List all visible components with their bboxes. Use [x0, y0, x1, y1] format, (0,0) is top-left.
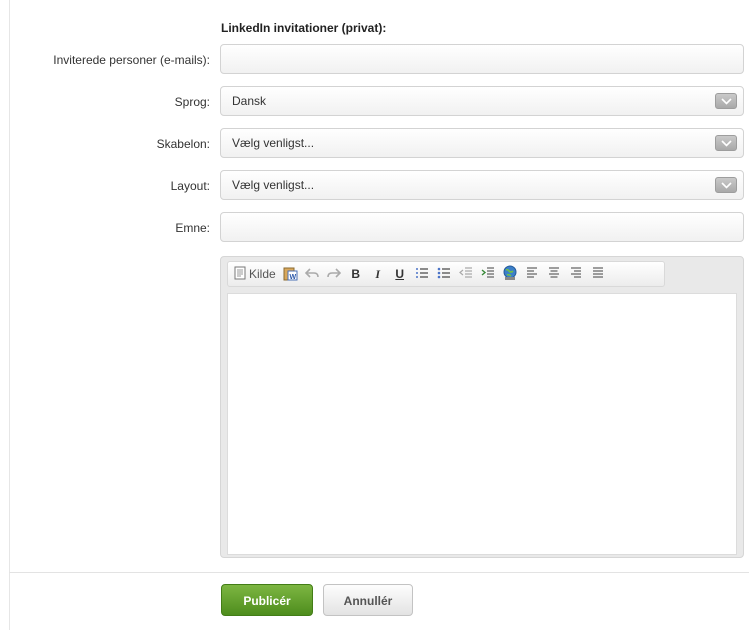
cancel-button[interactable]: Annullér	[323, 584, 413, 616]
language-select[interactable]: Dansk	[220, 86, 744, 116]
numbered-list-button[interactable]	[412, 264, 432, 284]
layout-label: Layout:	[170, 179, 210, 193]
numbered-list-icon	[415, 267, 429, 282]
invited-label: Inviterede personer (e-mails):	[53, 53, 210, 67]
layout-dropdown-arrow-icon[interactable]	[715, 177, 737, 193]
align-left-icon	[526, 266, 538, 282]
language-label: Sprog:	[174, 95, 210, 109]
undo-icon	[304, 267, 319, 282]
indent-icon	[481, 266, 495, 282]
align-right-icon	[570, 266, 582, 282]
template-dropdown-arrow-icon[interactable]	[715, 135, 737, 151]
bold-button[interactable]: B	[346, 264, 366, 284]
invited-row: Inviterede personer (e-mails):	[0, 44, 749, 76]
source-label: Kilde	[249, 267, 276, 281]
language-value: Dansk	[232, 94, 267, 108]
template-value: Vælg venligst...	[232, 136, 315, 150]
footer-divider	[9, 572, 749, 573]
bulleted-list-icon	[437, 267, 451, 282]
bold-icon: B	[351, 267, 361, 281]
language-row: Sprog: Dansk	[0, 86, 749, 118]
indent-button[interactable]	[478, 264, 498, 284]
language-dropdown-arrow-icon[interactable]	[715, 93, 737, 109]
subject-input[interactable]	[221, 213, 743, 241]
italic-button[interactable]: I	[368, 264, 388, 284]
align-left-button[interactable]	[522, 264, 542, 284]
template-select[interactable]: Vælg venligst...	[220, 128, 744, 158]
template-label: Skabelon:	[156, 137, 210, 151]
paste-word-icon: W	[282, 265, 298, 284]
editor-toolbar: Kilde W B I U	[227, 261, 665, 287]
bulleted-list-button[interactable]	[434, 264, 454, 284]
layout-row: Layout: Vælg venligst...	[0, 170, 749, 202]
template-row: Skabelon: Vælg venligst...	[0, 128, 749, 160]
outdent-button[interactable]	[456, 264, 476, 284]
undo-button[interactable]	[302, 264, 322, 284]
outdent-icon	[458, 266, 473, 282]
source-icon	[234, 266, 246, 283]
link-button[interactable]	[500, 264, 520, 284]
subject-label: Emne:	[175, 221, 210, 235]
rich-text-editor: Kilde W B I U	[220, 256, 744, 558]
align-right-button[interactable]	[566, 264, 586, 284]
publish-button[interactable]: Publicér	[221, 584, 313, 616]
layout-select[interactable]: Vælg venligst...	[220, 170, 744, 200]
redo-icon	[326, 267, 341, 282]
invited-input[interactable]	[221, 45, 743, 73]
align-center-icon	[548, 266, 560, 282]
underline-icon: U	[395, 267, 405, 281]
italic-icon: I	[375, 266, 381, 281]
subject-field[interactable]	[220, 212, 744, 242]
editor-content-area[interactable]	[227, 293, 737, 555]
layout-value: Vælg venligst...	[232, 178, 315, 192]
source-button[interactable]: Kilde	[232, 264, 278, 284]
subject-row: Emne:	[0, 212, 749, 244]
link-icon	[502, 265, 518, 284]
invited-field[interactable]	[220, 44, 744, 74]
paste-word-button[interactable]: W	[280, 264, 300, 284]
underline-button[interactable]: U	[390, 264, 410, 284]
align-center-button[interactable]	[544, 264, 564, 284]
redo-button[interactable]	[324, 264, 344, 284]
align-justify-button[interactable]	[588, 264, 608, 284]
section-title: LinkedIn invitationer (privat):	[221, 21, 387, 35]
align-justify-icon	[592, 266, 604, 282]
svg-text:W: W	[289, 274, 296, 281]
